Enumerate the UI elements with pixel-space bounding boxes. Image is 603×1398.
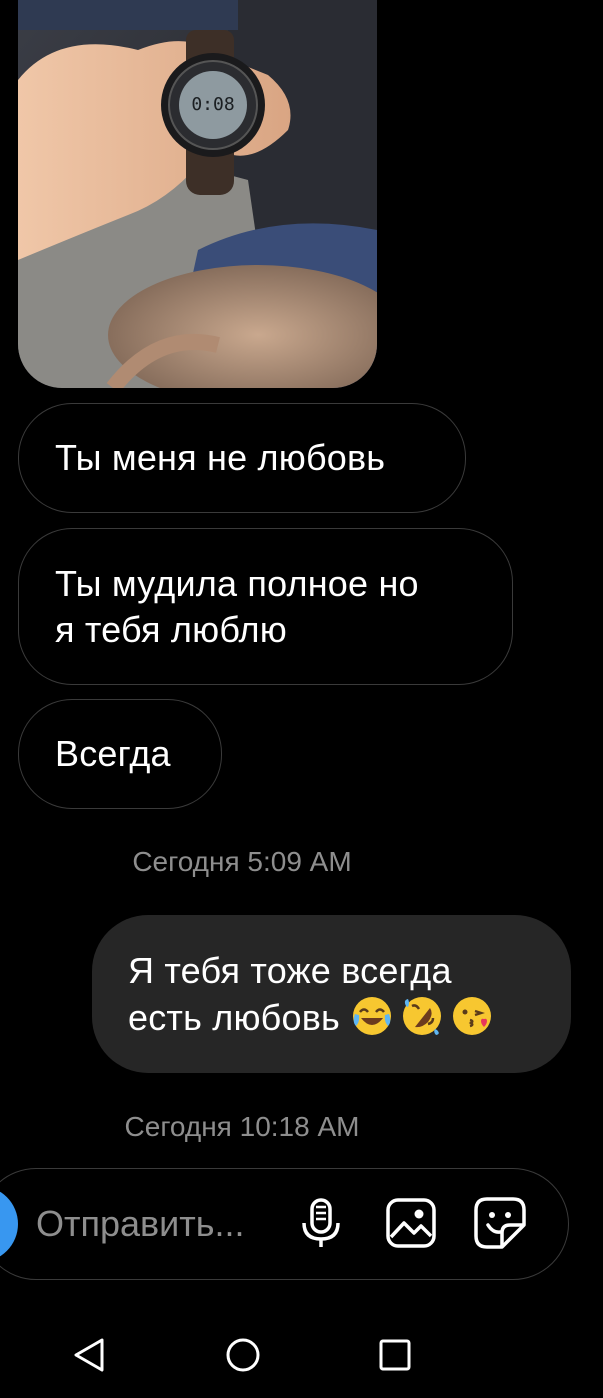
incoming-message-bubble[interactable]: Ты мудила полное но я тебя люблю: [18, 528, 513, 685]
watch-time: 0:08: [191, 94, 234, 115]
rolling-on-the-floor-laughing-icon: [403, 996, 441, 1035]
home-icon[interactable]: [218, 1330, 268, 1380]
incoming-message-bubble[interactable]: Всегда: [18, 699, 222, 809]
outgoing-message-bubble[interactable]: Я тебя тоже всегда есть любовь: [92, 915, 571, 1073]
face-blowing-a-kiss-icon: [453, 996, 491, 1035]
incoming-message-bubble[interactable]: Ты меня не любовь: [18, 403, 466, 513]
message-text: Ты меня не любовь: [55, 437, 386, 478]
message-timestamp: Сегодня 5:09 AM: [132, 846, 352, 877]
message-timestamp: Сегодня 10:18 AM: [124, 1111, 360, 1142]
message-text: Всегда: [55, 733, 171, 774]
sticker-icon[interactable]: [472, 1195, 528, 1251]
microphone-icon[interactable]: [293, 1195, 349, 1251]
message-text: Ты мудила полное но я тебя люблю: [55, 562, 419, 650]
photo-message[interactable]: 0:08: [18, 0, 377, 388]
photo-image: 0:08: [18, 0, 377, 388]
face-with-tears-of-joy-icon: [353, 996, 391, 1035]
gallery-icon[interactable]: [383, 1195, 439, 1251]
recents-icon[interactable]: [370, 1330, 420, 1380]
message-content: Я тебя тоже всегда есть любовь: [128, 948, 494, 1041]
back-icon[interactable]: [66, 1330, 116, 1380]
message-input[interactable]: [36, 1200, 281, 1248]
